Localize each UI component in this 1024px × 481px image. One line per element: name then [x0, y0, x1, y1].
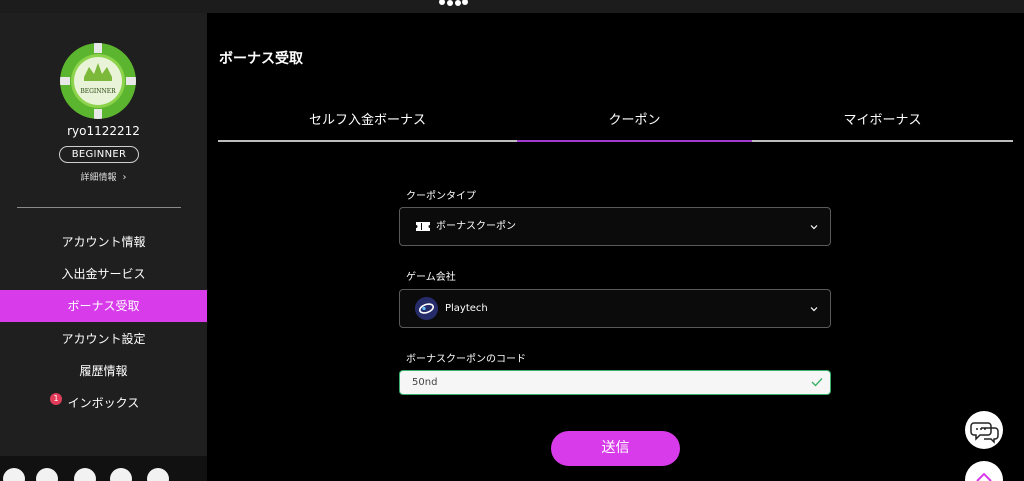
twitter-icon[interactable] — [3, 468, 25, 481]
sidebar-item-label: インボックス — [67, 396, 140, 410]
coupon-type-label: クーポンタイプ — [406, 191, 476, 202]
tab-label: クーポン — [608, 113, 661, 128]
svg-text:BEGINNER: BEGINNER — [80, 88, 116, 95]
coupon-code-label: ボーナスクーポンのコード — [406, 354, 526, 365]
game-provider-label: ゲーム会社 — [406, 272, 456, 283]
chat-button[interactable] — [965, 411, 1003, 449]
chevron-right-icon: › — [122, 172, 127, 183]
coupon-type-select[interactable]: ボーナスクーポン — [399, 207, 831, 246]
game-provider-value: Playtech — [445, 303, 488, 314]
youtube-icon[interactable] — [110, 468, 132, 481]
social-bar — [0, 456, 207, 481]
main-panel: ボーナス受取 セルフ入金ボーナス クーポン マイボーナス クーポンタイプ ボーナ… — [207, 13, 1024, 481]
tiktok-icon[interactable] — [74, 468, 96, 481]
sidebar-item-label: アカウント設定 — [61, 332, 146, 346]
sidebar-item-history[interactable]: 履歴情報 — [0, 355, 207, 387]
tab-bar: セルフ入金ボーナス クーポン マイボーナス — [218, 109, 1013, 142]
sidebar-item-label: ボーナス受取 — [67, 299, 140, 313]
coupon-code-field[interactable] — [399, 370, 831, 395]
sidebar-item-account-info[interactable]: アカウント情報 — [0, 226, 207, 258]
sidebar-item-bonus[interactable]: ボーナス受取 — [0, 290, 207, 322]
chevron-down-icon — [810, 307, 818, 312]
lang-flag-icon[interactable] — [147, 468, 169, 481]
scroll-top-button[interactable] — [965, 461, 1003, 481]
chat-bubble-icon — [970, 422, 999, 444]
playtech-logo-icon — [415, 297, 438, 320]
detail-link-label: 詳細情報 — [80, 173, 117, 183]
sidebar-item-label: アカウント情報 — [61, 235, 146, 249]
sidebar: BEGINNER ryo1122212 BEGINNER 詳細情報 › アカウント… — [0, 13, 207, 481]
chevron-down-icon — [810, 225, 818, 230]
rank-badge: BEGINNER — [59, 146, 139, 163]
site-logo-icon[interactable] — [436, 0, 470, 6]
sidebar-item-account-settings[interactable]: アカウント設定 — [0, 323, 207, 355]
inbox-count-badge: 1 — [50, 393, 62, 405]
top-bar — [0, 0, 1024, 13]
ticket-icon — [416, 222, 430, 231]
avatar: BEGINNER — [60, 43, 136, 119]
sidebar-divider — [17, 207, 181, 208]
instagram-icon[interactable] — [36, 468, 58, 481]
chevron-up-icon — [976, 472, 992, 481]
submit-button[interactable]: 送信 — [551, 431, 680, 466]
username: ryo1122212 — [67, 124, 140, 138]
tab-self-deposit-bonus[interactable]: セルフ入金ボーナス — [218, 109, 517, 142]
sidebar-item-deposit-withdraw[interactable]: 入出金サービス — [0, 258, 207, 290]
tab-label: マイボーナス — [843, 113, 922, 128]
check-icon — [811, 378, 823, 387]
sidebar-item-label: 履歴情報 — [79, 364, 128, 378]
detail-link[interactable]: 詳細情報 › — [0, 170, 207, 183]
tab-label: セルフ入金ボーナス — [308, 113, 426, 128]
tab-my-bonus[interactable]: マイボーナス — [752, 109, 1013, 142]
tab-coupon[interactable]: クーポン — [517, 109, 752, 142]
coupon-code-input[interactable] — [400, 371, 800, 394]
game-provider-select[interactable]: Playtech — [399, 289, 831, 328]
page-title: ボーナス受取 — [219, 51, 303, 67]
sidebar-item-inbox[interactable]: 1 インボックス — [0, 387, 207, 419]
coupon-type-value: ボーナスクーポン — [436, 221, 516, 232]
sidebar-item-label: 入出金サービス — [61, 267, 146, 281]
